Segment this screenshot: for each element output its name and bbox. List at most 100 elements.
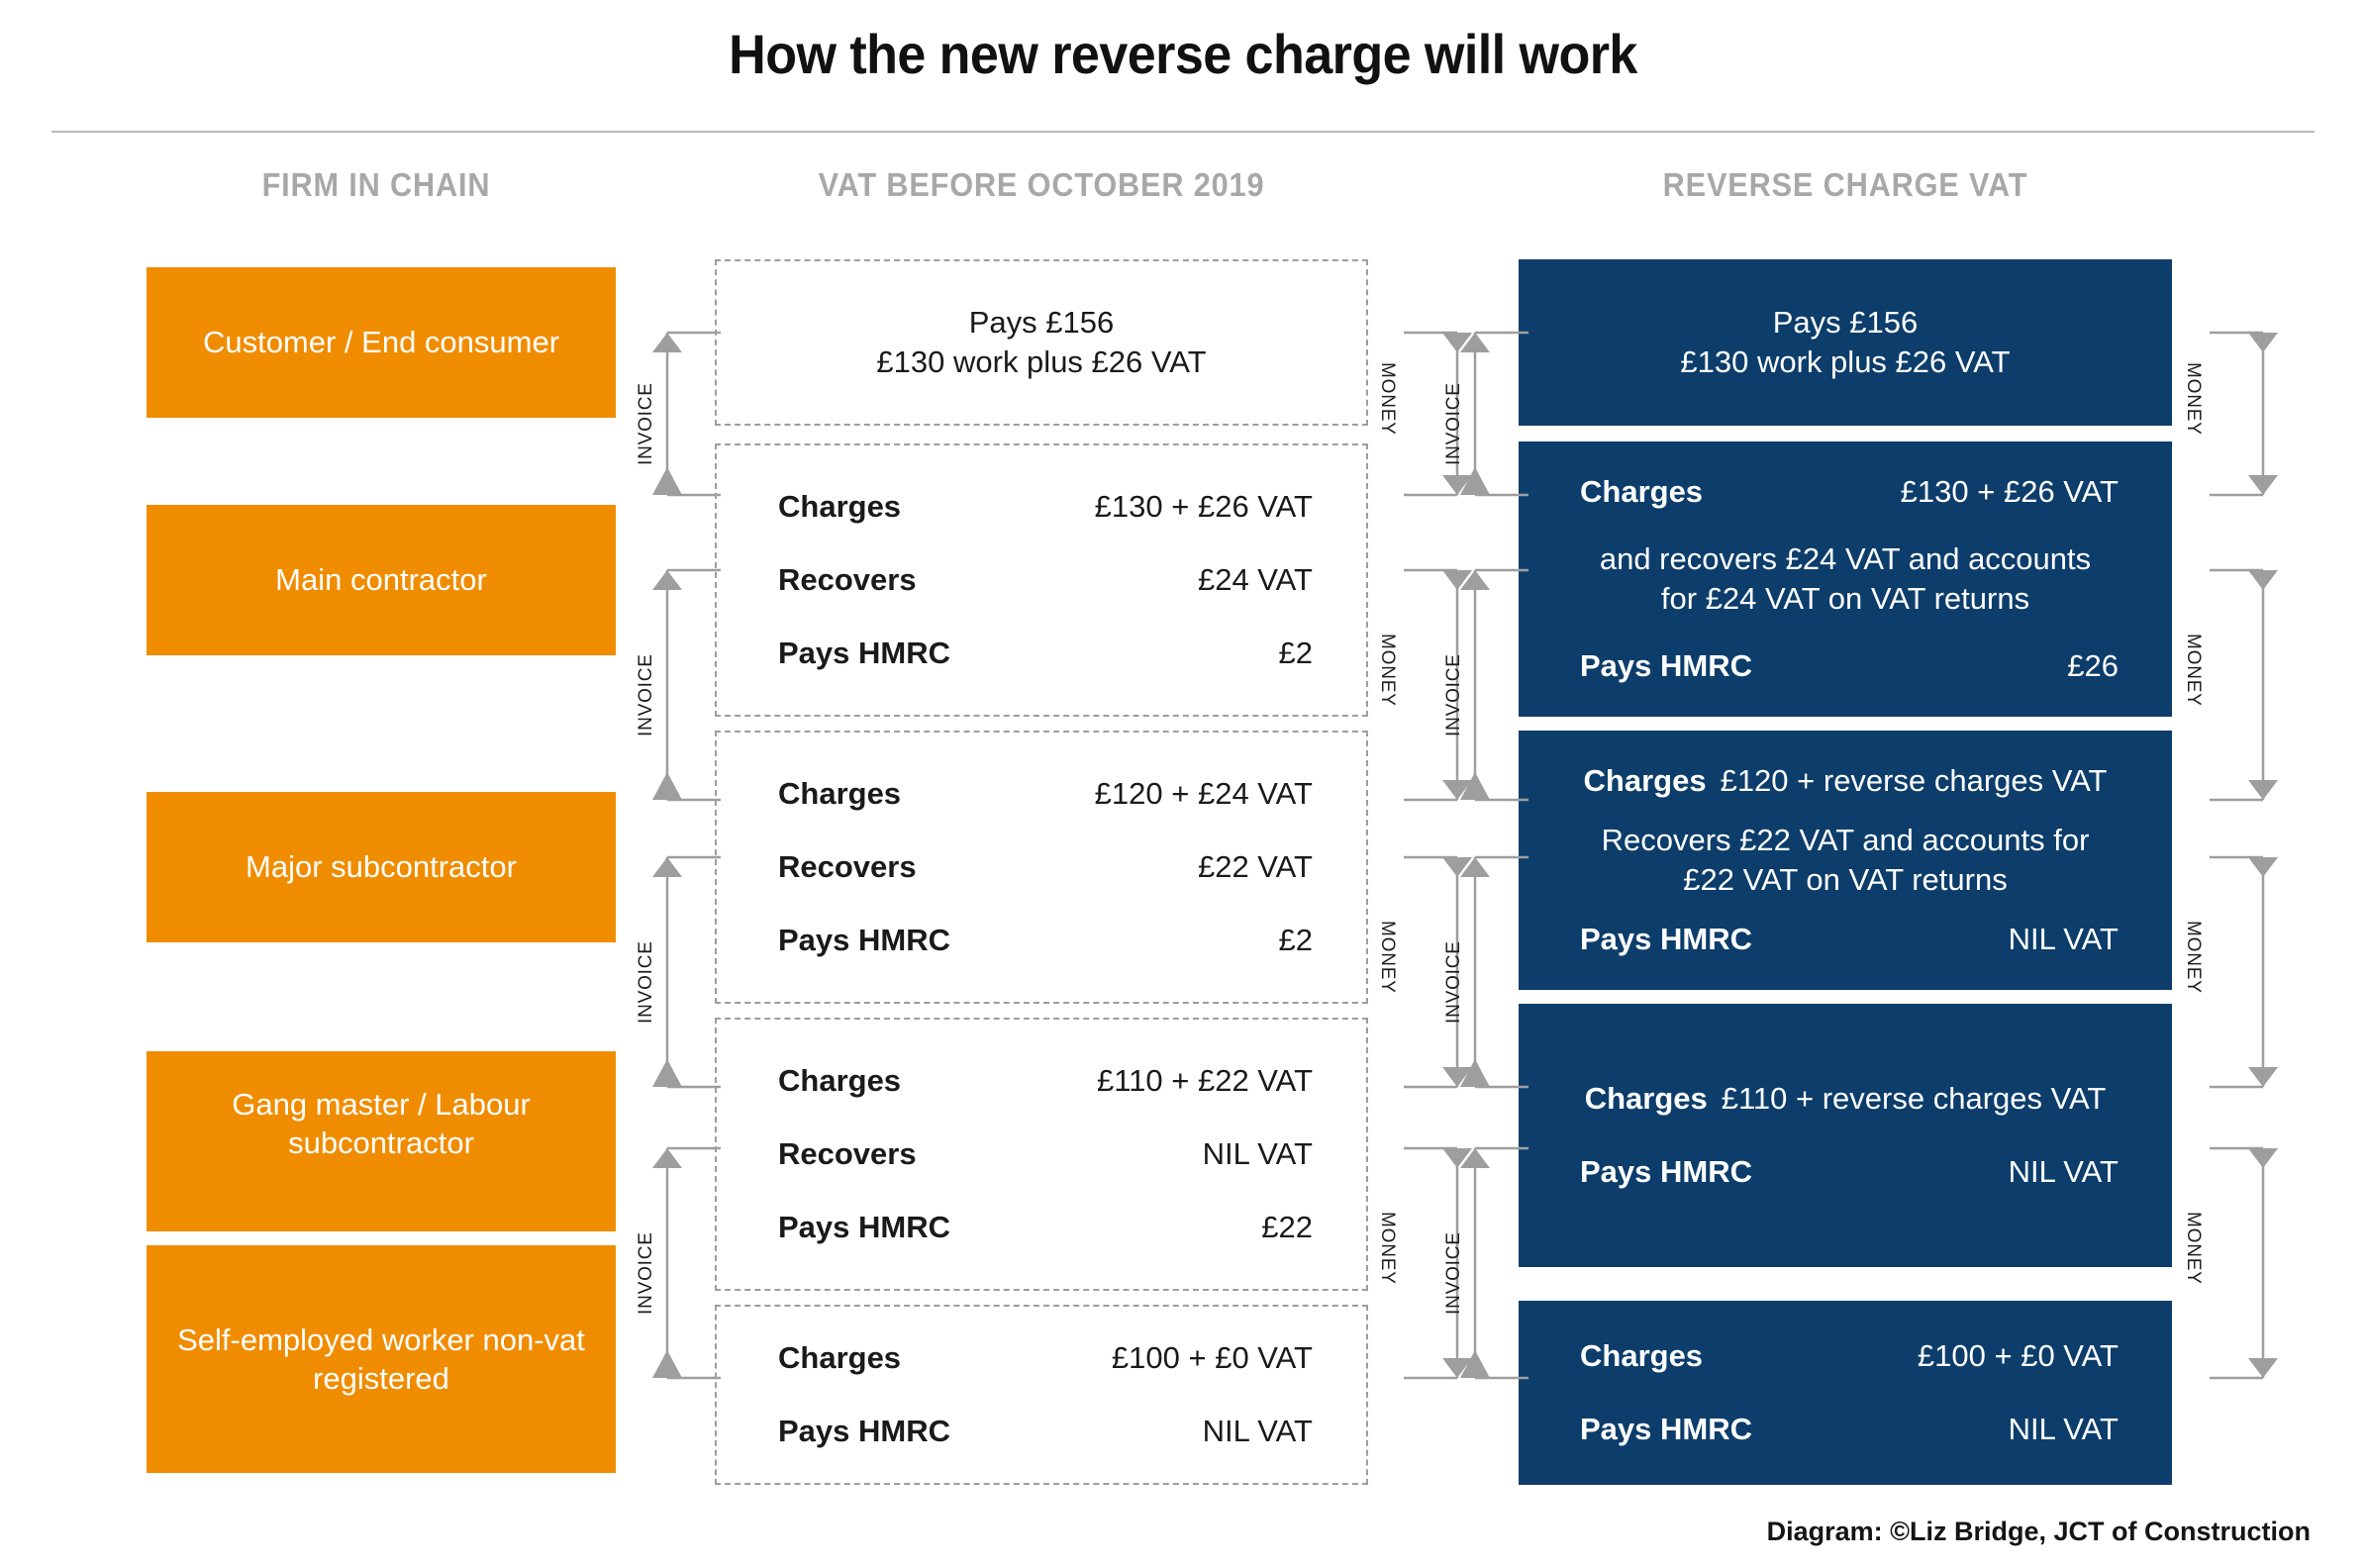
connector-reverse-invoice-4: INVOICE bbox=[1443, 1144, 1562, 1382]
row-label: Pays HMRC bbox=[778, 636, 950, 670]
row-value: £2 bbox=[1278, 923, 1313, 957]
before-main-row-charges: Charges £130 + £26 VAT bbox=[717, 489, 1366, 525]
row-label: Pays HMRC bbox=[778, 923, 950, 957]
row-value: NIL VAT bbox=[2008, 1154, 2119, 1189]
row-value: £22 bbox=[1261, 1210, 1313, 1244]
row-value: £110 + reverse charges VAT bbox=[1721, 1081, 2107, 1116]
row-label: Pays HMRC bbox=[1580, 1412, 1752, 1446]
row-label: Recovers bbox=[778, 1136, 917, 1171]
reverse-main-note-line1: and recovers £24 VAT and accounts bbox=[1599, 540, 2092, 576]
before-gang-row-recovers: Recovers NIL VAT bbox=[717, 1136, 1366, 1172]
connector-reverse-money-4: MONEY bbox=[2183, 1144, 2301, 1382]
column-header-reverse: REVERSE CHARGE VAT bbox=[1662, 166, 2028, 203]
page-title: How the new reverse charge will work bbox=[729, 23, 1637, 85]
connector-label: MONEY bbox=[2183, 362, 2204, 436]
row-value: NIL VAT bbox=[2008, 1412, 2119, 1446]
firm-box-customer: Customer / End consumer bbox=[147, 267, 616, 418]
row-value: £120 + reverse charges VAT bbox=[1720, 762, 2108, 798]
before-self-row-pays-hmrc: Pays HMRC NIL VAT bbox=[717, 1414, 1366, 1449]
row-value: £130 + £26 VAT bbox=[1900, 473, 2119, 509]
firm-box-gang-master: Gang master / Labour subcontractor bbox=[147, 1051, 616, 1231]
row-value: £2 bbox=[1278, 636, 1313, 670]
connector-reverse-invoice-3: INVOICE bbox=[1443, 853, 1562, 1091]
connector-reverse-money-1: MONEY bbox=[2183, 329, 2301, 499]
row-value: £100 + £0 VAT bbox=[1111, 1340, 1313, 1375]
reverse-main-row-pays-hmrc: Pays HMRC £26 bbox=[1519, 648, 2172, 684]
reverse-gang-row-pays-hmrc: Pays HMRC NIL VAT bbox=[1519, 1154, 2172, 1190]
reverse-major-row-charges: Charges £120 + reverse charges VAT bbox=[1519, 763, 2172, 799]
row-label: Recovers bbox=[778, 849, 917, 884]
connector-before-invoice-2: INVOICE bbox=[636, 566, 754, 804]
row-value: £26 bbox=[2067, 648, 2119, 684]
before-customer-line1: Pays £156 bbox=[968, 304, 1115, 340]
row-label: Recovers bbox=[778, 562, 917, 597]
row-value: £22 VAT bbox=[1197, 849, 1313, 884]
connector-label: INVOICE bbox=[636, 653, 656, 736]
row-value: NIL VAT bbox=[1202, 1136, 1313, 1171]
reverse-box-main-contractor: Charges £130 + £26 VAT and recovers £24 … bbox=[1519, 441, 2172, 717]
connector-label: INVOICE bbox=[636, 940, 656, 1024]
connector-label: INVOICE bbox=[636, 382, 656, 465]
row-value: £120 + £24 VAT bbox=[1094, 776, 1313, 811]
connector-label: MONEY bbox=[2183, 921, 2204, 994]
row-label: Charges bbox=[778, 776, 902, 811]
column-header-before: VAT BEFORE OCTOBER 2019 bbox=[818, 166, 1265, 203]
connector-reverse-money-2: MONEY bbox=[2183, 566, 2301, 804]
column-header-firm: FIRM IN CHAIN bbox=[261, 166, 491, 203]
connector-label: INVOICE bbox=[1443, 653, 1464, 736]
row-label: Charges bbox=[1580, 1338, 1704, 1373]
row-label: Charges bbox=[1584, 1081, 1708, 1116]
reverse-major-row-pays-hmrc: Pays HMRC NIL VAT bbox=[1519, 922, 2172, 957]
before-box-self-employed: Charges £100 + £0 VAT Pays HMRC NIL VAT bbox=[715, 1305, 1368, 1485]
reverse-main-row-charges: Charges £130 + £26 VAT bbox=[1519, 474, 2172, 510]
connector-label: MONEY bbox=[1377, 634, 1398, 707]
reverse-box-major-subcontractor: Charges £120 + reverse charges VAT Recov… bbox=[1519, 731, 2172, 990]
reverse-customer-line2: £130 work plus £26 VAT bbox=[1680, 344, 2011, 379]
reverse-box-customer: Pays £156 £130 work plus £26 VAT bbox=[1519, 259, 2172, 426]
diagram-credit: Diagram: ©Liz Bridge, JCT of Constructio… bbox=[1766, 1517, 2311, 1546]
firm-box-major-subcontractor: Major subcontractor bbox=[147, 792, 616, 942]
connector-reverse-invoice-2: INVOICE bbox=[1443, 566, 1562, 804]
row-label: Pays HMRC bbox=[1580, 648, 1752, 684]
before-box-main-contractor: Charges £130 + £26 VAT Recovers £24 VAT … bbox=[715, 443, 1368, 717]
connector-label: INVOICE bbox=[1443, 940, 1464, 1024]
reverse-main-note-line2: for £24 VAT on VAT returns bbox=[1660, 581, 2030, 616]
reverse-box-self-employed: Charges £100 + £0 VAT Pays HMRC NIL VAT bbox=[1519, 1301, 2172, 1485]
row-label: Charges bbox=[778, 1340, 902, 1375]
row-value: £24 VAT bbox=[1197, 562, 1313, 597]
connector-label: INVOICE bbox=[636, 1231, 656, 1315]
before-box-customer: Pays £156 £130 work plus £26 VAT bbox=[715, 259, 1368, 426]
row-value: NIL VAT bbox=[1202, 1414, 1313, 1448]
reverse-gang-row-charges: Charges £110 + reverse charges VAT bbox=[1519, 1081, 2172, 1117]
title-divider bbox=[51, 131, 2315, 133]
connector-before-invoice-4: INVOICE bbox=[636, 1144, 754, 1382]
connector-label: MONEY bbox=[1377, 921, 1398, 994]
row-label: Charges bbox=[778, 489, 902, 524]
row-label: Pays HMRC bbox=[778, 1210, 950, 1244]
before-box-major-subcontractor: Charges £120 + £24 VAT Recovers £22 VAT … bbox=[715, 731, 1368, 1004]
row-label: Pays HMRC bbox=[778, 1414, 950, 1448]
before-main-row-recovers: Recovers £24 VAT bbox=[717, 562, 1366, 598]
reverse-major-note-line2: £22 VAT on VAT returns bbox=[1683, 862, 2008, 897]
reverse-self-row-pays-hmrc: Pays HMRC NIL VAT bbox=[1519, 1412, 2172, 1447]
before-major-row-recovers: Recovers £22 VAT bbox=[717, 849, 1366, 885]
before-main-row-pays-hmrc: Pays HMRC £2 bbox=[717, 636, 1366, 671]
diagram-canvas: How the new reverse charge will work FIR… bbox=[0, 0, 2366, 1568]
connector-before-invoice-3: INVOICE bbox=[636, 853, 754, 1091]
before-customer-line2: £130 work plus £26 VAT bbox=[876, 344, 1207, 379]
row-label: Charges bbox=[778, 1063, 902, 1098]
connector-before-invoice-1: INVOICE bbox=[636, 329, 754, 499]
reverse-self-row-charges: Charges £100 + £0 VAT bbox=[1519, 1338, 2172, 1374]
firm-box-self-employed: Self-employed worker non-vat registered bbox=[147, 1245, 616, 1473]
before-gang-row-charges: Charges £110 + £22 VAT bbox=[717, 1063, 1366, 1099]
reverse-box-gang-master: Charges £110 + reverse charges VAT Pays … bbox=[1519, 1004, 2172, 1267]
connector-label: MONEY bbox=[1377, 362, 1398, 436]
row-label: Pays HMRC bbox=[1580, 922, 1752, 957]
row-label: Pays HMRC bbox=[1580, 1154, 1752, 1189]
row-label: Charges bbox=[1583, 762, 1707, 798]
row-label: Charges bbox=[1580, 473, 1704, 509]
before-gang-row-pays-hmrc: Pays HMRC £22 bbox=[717, 1210, 1366, 1245]
firm-box-main-contractor: Main contractor bbox=[147, 505, 616, 655]
connector-label: MONEY bbox=[2183, 1212, 2204, 1285]
row-value: £100 + £0 VAT bbox=[1917, 1338, 2119, 1373]
